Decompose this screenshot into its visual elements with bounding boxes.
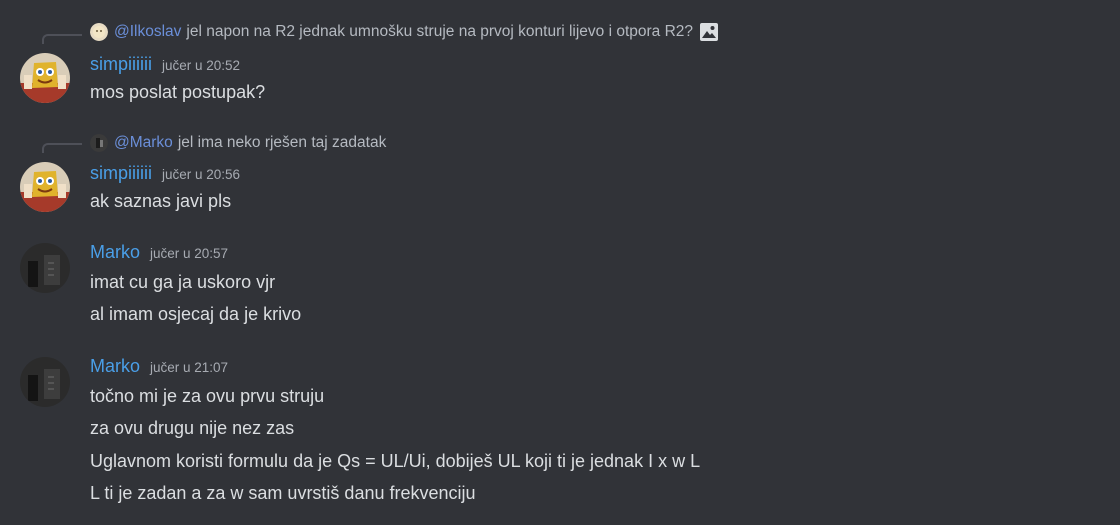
reply-text[interactable]: jel ima neko rješen taj zadatak <box>178 134 387 152</box>
message-text: imat cu ga ja uskoro vjr <box>90 272 276 292</box>
reply-preview[interactable]: @Marko jel ima neko rješen taj zadatak <box>90 133 386 153</box>
timestamp[interactable]: jučer u 20:56 <box>162 167 240 182</box>
image-icon <box>699 22 719 42</box>
message-text: mos poslat postupak? <box>90 82 266 102</box>
chat-message-list: @Ilkoslav jel napon na R2 jednak umnošku… <box>0 0 1120 525</box>
reply-mention[interactable]: @Marko <box>114 134 173 152</box>
username[interactable]: simpiiiiii <box>90 54 152 75</box>
message-text: točno mi je za ovu prvu struju <box>90 386 325 406</box>
message-text: ak saznas javi pls <box>90 191 232 211</box>
avatar[interactable] <box>20 53 70 103</box>
reply-author-avatar <box>90 134 108 152</box>
reply-author-avatar <box>90 23 108 41</box>
reply-text[interactable]: jel napon na R2 jednak umnošku struje na… <box>186 23 693 41</box>
username[interactable]: simpiiiiii <box>90 163 152 184</box>
username[interactable]: Marko <box>90 242 140 263</box>
timestamp[interactable]: jučer u 20:52 <box>162 58 240 73</box>
message-header: Marko jučer u 21:07 <box>90 356 228 380</box>
message-header: simpiiiiii jučer u 20:52 <box>90 54 240 78</box>
reply-connector <box>42 34 82 44</box>
avatar[interactable] <box>20 162 70 212</box>
username[interactable]: Marko <box>90 356 140 377</box>
message-text: L ti je zadan a za w sam uvrstiš danu fr… <box>90 483 476 503</box>
message-text: za ovu drugu nije nez zas <box>90 418 295 438</box>
message-header: Marko jučer u 20:57 <box>90 242 228 266</box>
reply-mention[interactable]: @Ilkoslav <box>114 23 181 41</box>
timestamp[interactable]: jučer u 21:07 <box>150 360 228 375</box>
reply-preview[interactable]: @Ilkoslav jel napon na R2 jednak umnošku… <box>90 22 719 42</box>
message-text: al imam osjecaj da je krivo <box>90 304 302 324</box>
message-header: simpiiiiii jučer u 20:56 <box>90 163 240 187</box>
avatar[interactable] <box>20 357 70 407</box>
reply-connector <box>42 143 82 153</box>
timestamp[interactable]: jučer u 20:57 <box>150 246 228 261</box>
avatar[interactable] <box>20 243 70 293</box>
message-text: Uglavnom koristi formulu da je Qs = UL/U… <box>90 451 701 471</box>
